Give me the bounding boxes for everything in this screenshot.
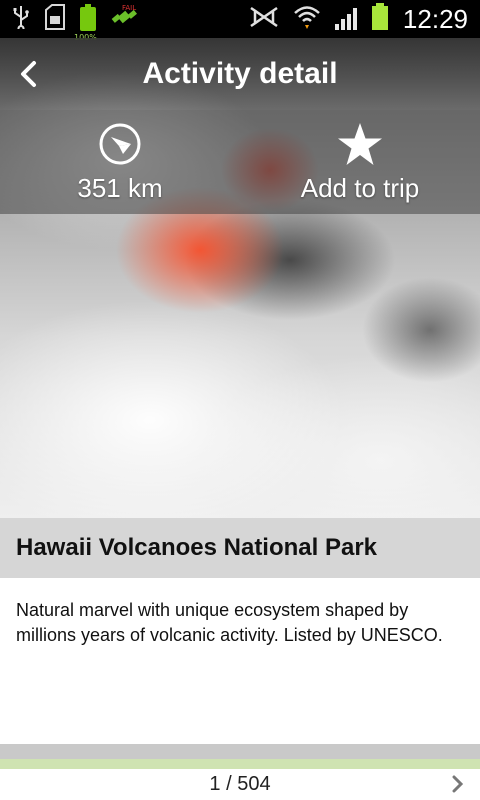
add-to-trip-button[interactable]: Add to trip bbox=[240, 110, 480, 214]
gps-icon: FAIL bbox=[110, 4, 138, 34]
app-header: Activity detail bbox=[0, 38, 480, 110]
place-title: Hawaii Volcanoes National Park bbox=[16, 534, 378, 561]
sd-card-icon bbox=[44, 4, 66, 34]
status-bar: 100% FAIL 12:29 bbox=[0, 0, 480, 42]
svg-text:FAIL: FAIL bbox=[122, 4, 136, 12]
battery-icon bbox=[371, 3, 389, 35]
back-button[interactable] bbox=[6, 50, 50, 98]
signal-icon bbox=[334, 8, 357, 30]
compass-icon bbox=[99, 123, 141, 164]
page-title: Activity detail bbox=[142, 57, 338, 90]
chevron-right-icon bbox=[452, 775, 464, 793]
wifi-icon bbox=[293, 4, 321, 34]
battery-full-icon: 100% bbox=[74, 4, 97, 42]
add-to-trip-label: Add to trip bbox=[300, 172, 420, 203]
place-description: Natural marvel with unique ecosystem sha… bbox=[0, 578, 480, 744]
mute-icon bbox=[249, 6, 279, 32]
distance-label: 351 km bbox=[77, 172, 163, 203]
usb-icon bbox=[12, 5, 30, 33]
star-icon bbox=[338, 122, 382, 165]
status-left: 100% FAIL bbox=[12, 4, 138, 42]
status-clock: 12:29 bbox=[402, 3, 468, 34]
chevron-left-icon bbox=[21, 61, 36, 87]
page-indicator: 1 / 504 bbox=[209, 773, 271, 795]
pager-progress-strip bbox=[0, 759, 480, 769]
next-button[interactable] bbox=[446, 771, 470, 797]
action-bar: 351 km Add to trip bbox=[0, 110, 480, 214]
distance-button[interactable]: 351 km bbox=[0, 110, 240, 214]
place-title-band: Hawaii Volcanoes National Park bbox=[0, 518, 480, 578]
pager-divider bbox=[0, 744, 480, 759]
status-right: 12:29 bbox=[249, 3, 468, 35]
pager: 1 / 504 bbox=[0, 769, 480, 800]
